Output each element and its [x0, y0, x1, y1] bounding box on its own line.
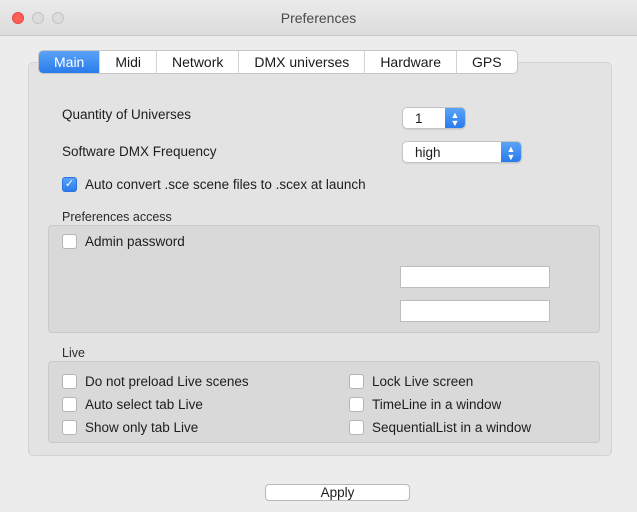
auto-select-tab-label: Auto select tab Live [85, 397, 203, 412]
sequentiallist-window-label: SequentialList in a window [372, 420, 532, 435]
tab-dmx-universes[interactable]: DMX universes [239, 51, 366, 73]
apply-button[interactable]: Apply [265, 484, 410, 501]
tab-main[interactable]: Main [39, 51, 101, 73]
password-field[interactable] [400, 266, 550, 288]
timeline-window-checkbox[interactable] [349, 397, 364, 412]
auto-convert-checkbox[interactable]: ✓ [62, 177, 77, 192]
tab-bar: Main Midi Network DMX universes Hardware… [38, 50, 518, 74]
title-bar: Preferences [0, 0, 637, 36]
updown-chevron-icon: ▲ ▼ [445, 108, 465, 128]
lock-live-screen-checkbox[interactable] [349, 374, 364, 389]
timeline-window-label: TimeLine in a window [372, 397, 502, 412]
preferences-access-title: Preferences access [62, 210, 172, 224]
admin-password-label: Admin password [85, 234, 185, 249]
quantity-of-universes-popup[interactable]: 1 ▲ ▼ [402, 107, 466, 129]
live-title: Live [62, 346, 85, 360]
sequentiallist-window-checkbox[interactable] [349, 420, 364, 435]
tab-network[interactable]: Network [157, 51, 240, 73]
updown-chevron-icon: ▲ ▼ [501, 142, 521, 162]
window-title: Preferences [280, 10, 357, 26]
do-not-preload-label: Do not preload Live scenes [85, 374, 249, 389]
auto-select-tab-checkbox[interactable] [62, 397, 77, 412]
tab-midi[interactable]: Midi [100, 51, 158, 73]
quantity-of-universes-value: 1 [415, 111, 423, 126]
tab-gps[interactable]: GPS [457, 51, 517, 73]
show-only-tab-label: Show only tab Live [85, 420, 199, 435]
confirm-password-field[interactable] [400, 300, 550, 322]
checkmark-icon: ✓ [64, 178, 75, 190]
dmx-frequency-label: Software DMX Frequency [62, 144, 217, 159]
do-not-preload-checkbox[interactable] [62, 374, 77, 389]
dmx-frequency-popup[interactable]: high ▲ ▼ [402, 141, 522, 163]
dmx-frequency-value: high [415, 145, 441, 160]
tab-hardware[interactable]: Hardware [365, 51, 458, 73]
show-only-tab-checkbox[interactable] [62, 420, 77, 435]
admin-password-checkbox[interactable] [62, 234, 77, 249]
lock-live-screen-label: Lock Live screen [372, 374, 474, 389]
quantity-of-universes-label: Quantity of Universes [62, 107, 192, 122]
auto-convert-label: Auto convert .sce scene files to .scex a… [85, 177, 366, 192]
